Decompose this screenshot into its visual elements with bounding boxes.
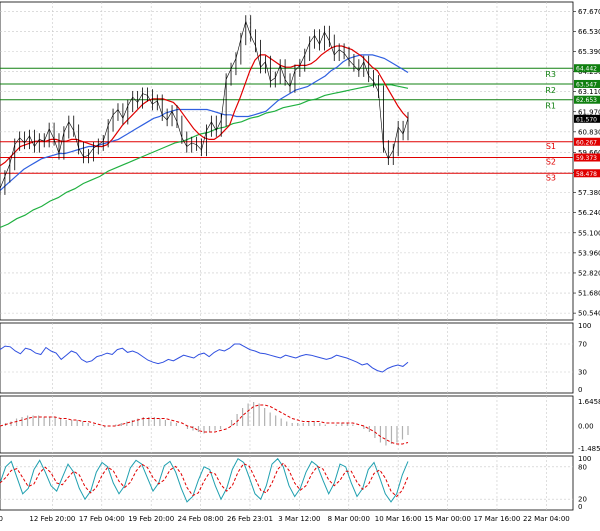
y-tick-label: 65.390 <box>578 48 600 56</box>
level-name-s3: S3 <box>546 173 556 182</box>
x-tick-label: 15 Mar 00:00 <box>424 515 471 523</box>
x-tick-label: 10 Mar 16:00 <box>375 515 422 523</box>
y-tick-label: 51.680 <box>578 290 600 298</box>
y-tick-label: 67.670 <box>578 8 600 16</box>
x-tick-label: 17 Mar 16:00 <box>474 515 521 523</box>
level-value-r1: 62.653 <box>576 97 597 104</box>
level-name-s2: S2 <box>546 158 556 167</box>
y-tick-label: 57.380 <box>578 189 600 197</box>
y-tick-label: 63.110 <box>578 88 600 96</box>
level-value-s2: 59.373 <box>576 155 597 162</box>
stoch-tick-label: 80 <box>578 463 587 471</box>
macd-tick-label: 0.00 <box>578 423 594 431</box>
rsi-tick-label: 100 <box>578 322 591 330</box>
x-tick-label: 30 <box>0 515 3 523</box>
level-value-r2: 63.547 <box>576 81 597 88</box>
x-tick-label: 8 Mar 00:00 <box>328 515 370 523</box>
panel-frame-rsi <box>0 322 574 394</box>
series-ma-blue <box>0 54 409 191</box>
y-tick-label: 55.100 <box>578 229 600 237</box>
chart-svg: 30 12 Feb 20:00 17 Feb 04:0019 Feb 20:00 24… <box>0 1 600 523</box>
chart-root: 30 12 Feb 20:00 17 Feb 04:0019 Feb 20:00 24… <box>0 0 600 527</box>
level-value-s3: 58.478 <box>576 171 597 178</box>
level-value-s1: 60.267 <box>576 139 597 146</box>
x-tick-label: 17 Feb 04:00 <box>79 515 125 523</box>
y-tick-label: 56.240 <box>578 209 600 217</box>
level-name-r3: R3 <box>545 70 556 79</box>
level-name-s1: S1 <box>546 142 556 151</box>
x-tick-label: 24 Feb 08:00 <box>178 515 224 523</box>
rsi-tick-label: 0 <box>578 386 582 394</box>
x-tick-label: 12 Feb 20:00 <box>29 515 75 523</box>
x-tick-label: 3 Mar 12:00 <box>278 515 320 523</box>
y-tick-label: 53.960 <box>578 249 600 257</box>
rsi-tick-label: 70 <box>578 341 587 349</box>
current-price-label: 61.570 <box>576 116 597 123</box>
level-value-r3: 64.442 <box>576 66 597 73</box>
stoch-tick-label: 0 <box>578 503 582 511</box>
macd-tick-label: -1.4857 <box>578 445 600 453</box>
level-name-r1: R1 <box>545 102 556 111</box>
panel-frame-stoch <box>0 455 574 511</box>
x-tick-label: 22 Mar 04:00 <box>523 515 570 523</box>
y-tick-label: 52.820 <box>578 269 600 277</box>
panel-frame-price <box>0 1 574 321</box>
series-ma-red <box>0 45 409 167</box>
series-close <box>0 20 409 189</box>
level-name-r2: R2 <box>545 86 556 95</box>
series-rsi <box>0 343 409 373</box>
series-ma-green <box>0 84 409 229</box>
x-tick-label: 26 Feb 23:01 <box>227 515 273 523</box>
rsi-tick-label: 30 <box>578 369 587 377</box>
y-tick-label: 50.540 <box>578 310 600 318</box>
stoch-tick-label: 100 <box>578 455 591 463</box>
macd-tick-label: 1.6458 <box>578 398 600 406</box>
y-tick-label: 66.530 <box>578 28 600 36</box>
y-tick-label: 60.830 <box>578 128 600 136</box>
x-tick-label: 19 Feb 20:00 <box>128 515 174 523</box>
